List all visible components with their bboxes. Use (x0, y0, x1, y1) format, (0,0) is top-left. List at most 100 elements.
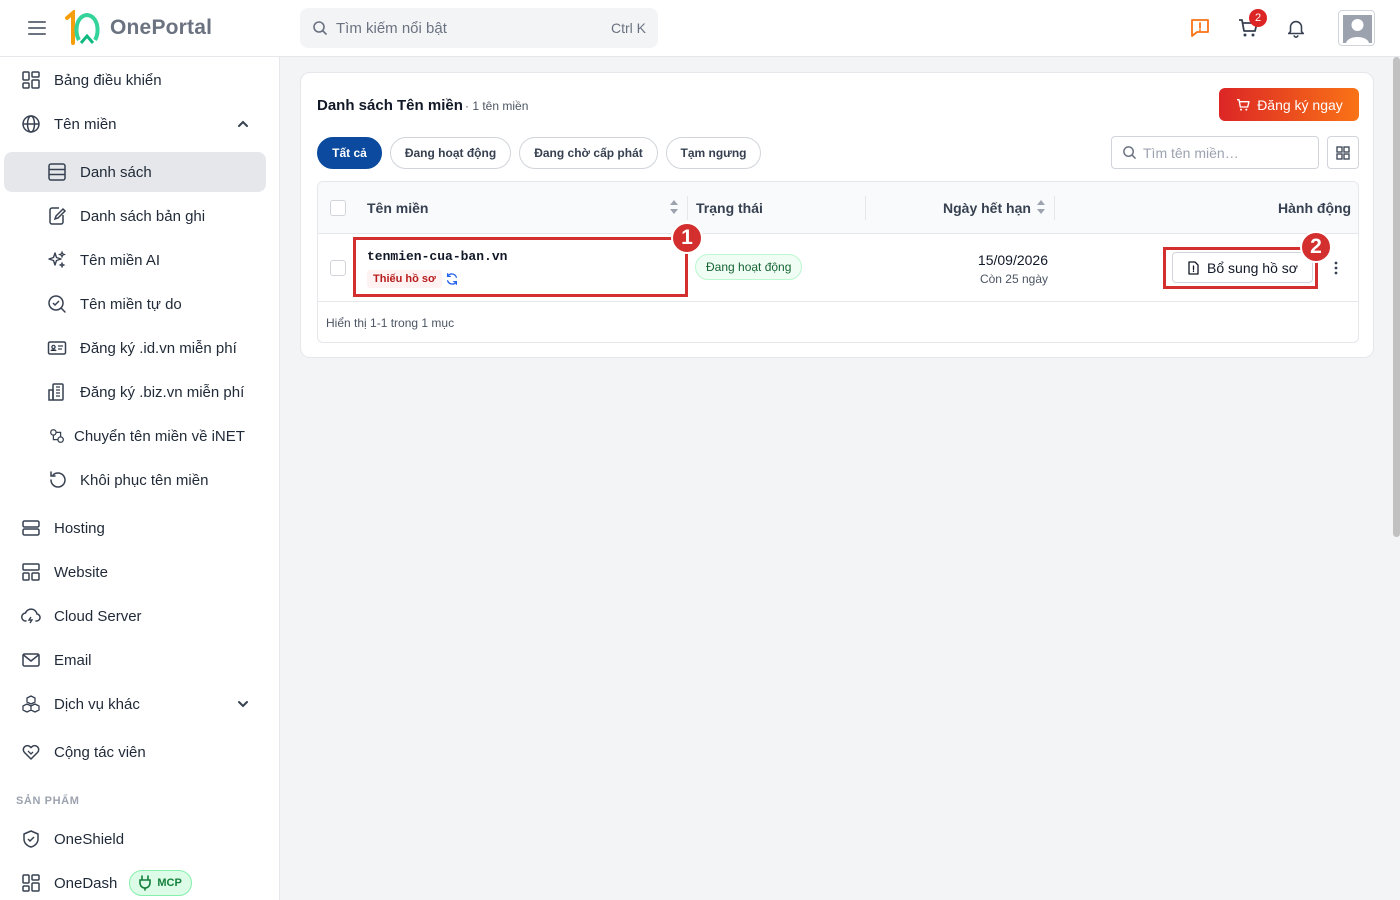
sidebar-item-label: Email (54, 651, 92, 669)
sidebar-item-label: Bảng điều khiển (54, 71, 162, 89)
row-checkbox[interactable] (330, 260, 346, 276)
column-divider (687, 196, 688, 220)
sidebar-item-onedash[interactable]: OneDash MCP (4, 863, 266, 900)
chevron-down-icon (238, 701, 248, 708)
section-label-products: SẢN PHẨM (16, 795, 80, 807)
sidebar-item-oneshield[interactable]: OneShield (4, 819, 266, 859)
search-icon (313, 21, 327, 35)
tab-pending[interactable]: Đang chờ cấp phát (519, 137, 658, 169)
sidebar-item-cloud-server[interactable]: Cloud Server (4, 596, 266, 636)
cart-count-badge: 2 (1249, 9, 1267, 27)
domain-list-card: Danh sách Tên miền · 1 tên miền Đăng ký … (300, 72, 1374, 358)
sidebar-item-label: Danh sách (80, 163, 152, 181)
plug-icon (139, 875, 152, 891)
list-icon (46, 161, 68, 183)
domain-search-input[interactable] (1143, 144, 1303, 161)
restore-icon (46, 469, 68, 491)
table-header: Tên miền Trạng thái Ngày hết hạn Hành độ… (318, 182, 1358, 234)
sidebar-item-ai-domain[interactable]: Tên miền AI (4, 240, 266, 280)
sidebar-item-register-biz-vn[interactable]: Đăng ký .biz.vn miễn phí (4, 372, 266, 412)
search-check-icon (46, 293, 68, 315)
domain-search[interactable] (1111, 136, 1319, 169)
sidebar-item-restore-domain[interactable]: Khôi phục tên miền (4, 460, 266, 500)
sidebar-item-label: Cloud Server (54, 607, 142, 625)
refresh-icon[interactable] (445, 272, 459, 286)
sort-icon[interactable] (1036, 199, 1046, 215)
column-header-status: Trạng thái (696, 200, 763, 216)
sidebar-item-dashboard[interactable]: Bảng điều khiển (4, 60, 266, 100)
sidebar-item-hosting[interactable]: Hosting (4, 508, 266, 548)
column-header-domain[interactable]: Tên miền (367, 200, 428, 216)
sidebar-item-label: Tên miền (54, 115, 117, 133)
mcp-badge: MCP (129, 870, 192, 896)
register-now-label: Đăng ký ngay (1257, 96, 1343, 113)
page-title: Danh sách Tên miền (317, 97, 463, 114)
sidebar-item-label: Đăng ký .biz.vn miễn phí (80, 383, 245, 401)
add-documents-button[interactable]: Bổ sung hồ sơ (1172, 252, 1313, 283)
bell-icon[interactable] (1283, 15, 1309, 41)
select-all-checkbox[interactable] (330, 200, 346, 216)
tab-active[interactable]: Đang hoạt động (390, 137, 511, 169)
sidebar-item-website[interactable]: Website (4, 552, 266, 592)
sidebar-item-dns-records[interactable]: Danh sách bản ghi (4, 196, 266, 236)
cubes-icon (20, 693, 42, 715)
edit-doc-icon (46, 205, 68, 227)
sidebar-item-domains[interactable]: Tên miền (4, 104, 266, 144)
sidebar-item-transfer-domain[interactable]: Chuyển tên miền về iNET (4, 416, 266, 456)
chevron-up-icon (238, 120, 248, 127)
grid-view-button[interactable] (1327, 136, 1359, 169)
search-icon (1123, 146, 1136, 159)
column-header-expiry[interactable]: Ngày hết hạn (943, 200, 1031, 216)
sidebar-item-label: Chuyển tên miền về iNET (74, 427, 245, 445)
annotation-number-1: 1 (671, 222, 703, 254)
tab-all[interactable]: Tất cả (317, 137, 382, 169)
sidebar-item-domain-list[interactable]: Danh sách (4, 152, 266, 192)
global-search[interactable]: Ctrl K (300, 8, 658, 48)
sidebar-item-label: OneShield (54, 830, 125, 848)
column-divider (865, 196, 866, 220)
register-now-button[interactable]: Đăng ký ngay (1219, 88, 1359, 121)
mail-icon (20, 649, 42, 671)
missing-documents-badge: Thiếu hồ sơ (367, 270, 442, 288)
page-scrollbar[interactable] (1393, 57, 1400, 537)
id-card-icon (46, 337, 68, 359)
sidebar-item-affiliate[interactable]: Cộng tác viên (4, 732, 266, 772)
domain-name[interactable]: tenmien-cua-ban.vn (367, 249, 507, 264)
global-search-input[interactable] (336, 19, 611, 37)
sidebar-item-free-domain[interactable]: Tên miền tự do (4, 284, 266, 324)
top-header: OnePortal Ctrl K 2 (0, 0, 1400, 57)
sidebar-item-label: Dịch vụ khác (54, 695, 140, 713)
dashboard-icon (20, 69, 42, 91)
hamburger-menu-icon[interactable] (24, 16, 50, 40)
sidebar-item-register-id-vn[interactable]: Đăng ký .id.vn miễn phí (4, 328, 266, 368)
cloud-icon (20, 605, 42, 627)
grid-icon (1336, 145, 1350, 160)
domain-count: · 1 tên miền (465, 99, 529, 113)
sidebar: Bảng điều khiển Tên miền Danh sách Danh … (0, 57, 280, 900)
tab-suspended[interactable]: Tạm ngưng (666, 137, 761, 169)
shield-icon (20, 828, 42, 850)
cart-icon (1237, 98, 1250, 111)
table-row[interactable]: tenmien-cua-ban.vn Thiếu hồ sơ Đang hoạt… (318, 234, 1358, 302)
sort-icon[interactable] (669, 199, 679, 215)
column-divider (1054, 196, 1055, 220)
sidebar-item-other-services[interactable]: Dịch vụ khác (4, 684, 266, 724)
mcp-badge-label: MCP (157, 877, 182, 889)
building-icon (46, 381, 68, 403)
add-documents-label: Bổ sung hồ sơ (1207, 259, 1298, 276)
handshake-icon (20, 741, 42, 763)
more-options-icon[interactable] (1328, 258, 1344, 278)
expiry-date: 15/09/2026 (977, 252, 1048, 268)
user-avatar[interactable] (1338, 10, 1375, 46)
column-header-actions: Hành động (1278, 200, 1352, 216)
sidebar-item-label: Tên miền tự do (80, 295, 182, 313)
sidebar-item-email[interactable]: Email (4, 640, 266, 680)
sidebar-item-label: Đăng ký .id.vn miễn phí (80, 339, 237, 357)
feedback-icon[interactable] (1187, 15, 1213, 41)
server-icon (20, 517, 42, 539)
document-alert-icon (1188, 260, 1199, 275)
website-icon (20, 561, 42, 583)
app-name: OnePortal (110, 16, 213, 39)
app-logo[interactable]: OnePortal (64, 10, 212, 46)
sparkle-icon (46, 249, 68, 271)
